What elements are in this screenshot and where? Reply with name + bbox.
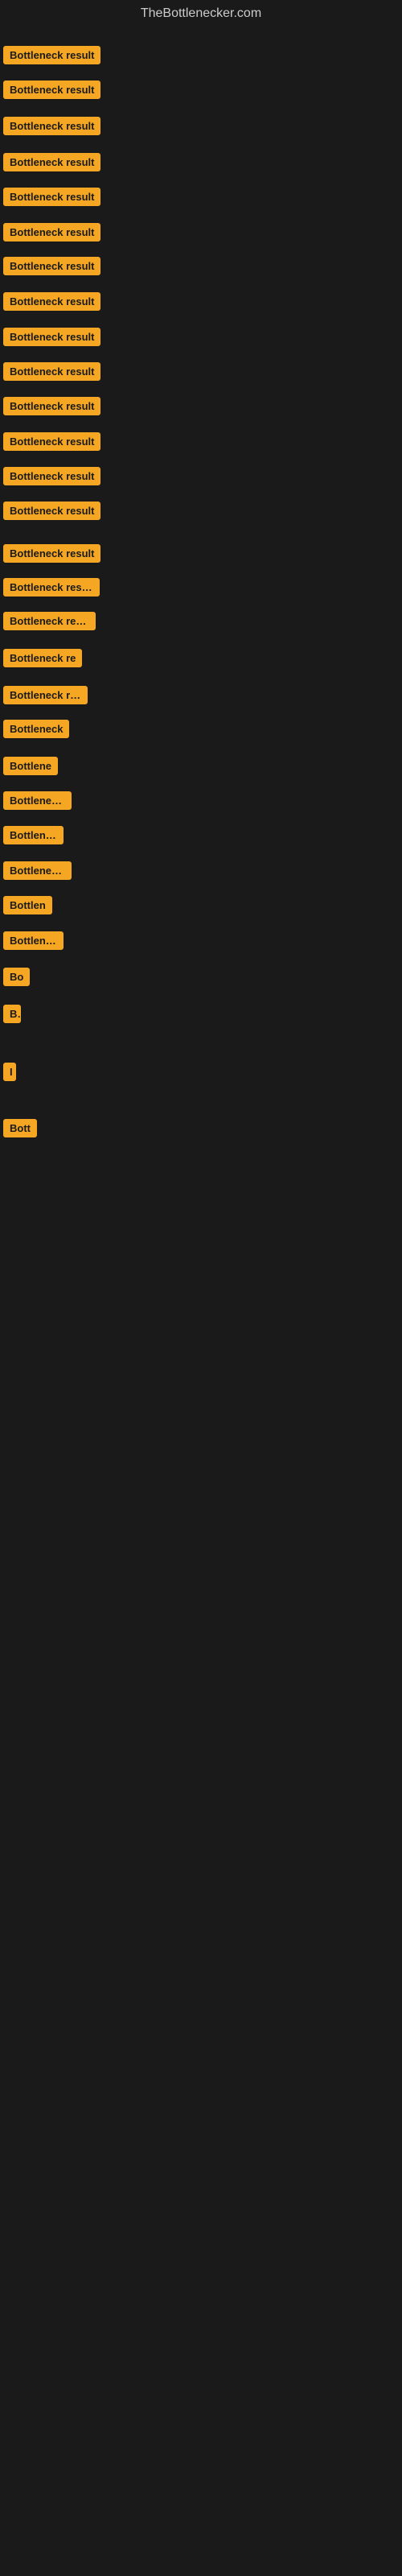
bottleneck-badge-26[interactable]: Bottleneck (3, 931, 64, 950)
badge-row-2: Bottleneck result (3, 80, 100, 99)
bottleneck-badge-3[interactable]: Bottleneck result (3, 117, 100, 135)
badge-row-19: Bottleneck resul (3, 686, 88, 704)
badge-row-3: Bottleneck result (3, 117, 100, 135)
bottleneck-badge-19[interactable]: Bottleneck resul (3, 686, 88, 704)
badge-row-17: Bottleneck result (3, 612, 96, 630)
bottleneck-badge-21[interactable]: Bottlene (3, 757, 58, 775)
badge-row-27: Bo (3, 968, 30, 986)
bottleneck-badge-20[interactable]: Bottleneck (3, 720, 69, 738)
badge-row-18: Bottleneck re (3, 649, 82, 667)
bottleneck-badge-13[interactable]: Bottleneck result (3, 467, 100, 485)
badge-row-29: I (3, 1063, 16, 1081)
bottleneck-badge-11[interactable]: Bottleneck result (3, 397, 100, 415)
bottleneck-badge-18[interactable]: Bottleneck re (3, 649, 82, 667)
bottleneck-badge-27[interactable]: Bo (3, 968, 30, 986)
badge-row-30: Bott (3, 1119, 37, 1137)
badge-row-10: Bottleneck result (3, 362, 100, 381)
badge-row-11: Bottleneck result (3, 397, 100, 415)
bottleneck-badge-8[interactable]: Bottleneck result (3, 292, 100, 311)
badge-row-28: B (3, 1005, 21, 1023)
bottleneck-badge-29[interactable]: I (3, 1063, 16, 1081)
badge-row-22: Bottleneck r (3, 791, 72, 810)
badge-row-12: Bottleneck result (3, 432, 100, 451)
bottleneck-badge-4[interactable]: Bottleneck result (3, 153, 100, 171)
bottleneck-badge-7[interactable]: Bottleneck result (3, 257, 100, 275)
bottleneck-badge-9[interactable]: Bottleneck result (3, 328, 100, 346)
badge-row-21: Bottlene (3, 757, 58, 775)
bottleneck-badge-6[interactable]: Bottleneck result (3, 223, 100, 242)
bottleneck-badge-5[interactable]: Bottleneck result (3, 188, 100, 206)
badge-row-23: Bottlenec (3, 826, 64, 844)
badge-row-13: Bottleneck result (3, 467, 100, 485)
bottleneck-badge-22[interactable]: Bottleneck r (3, 791, 72, 810)
bottleneck-badge-1[interactable]: Bottleneck result (3, 46, 100, 64)
badge-row-15: Bottleneck result (3, 544, 100, 563)
badge-row-5: Bottleneck result (3, 188, 100, 206)
badge-row-25: Bottlen (3, 896, 52, 914)
badge-row-1: Bottleneck result (3, 46, 100, 64)
badge-row-4: Bottleneck result (3, 153, 100, 171)
bottleneck-badge-15[interactable]: Bottleneck result (3, 544, 100, 563)
bottleneck-badge-10[interactable]: Bottleneck result (3, 362, 100, 381)
bottleneck-badge-17[interactable]: Bottleneck result (3, 612, 96, 630)
badge-row-7: Bottleneck result (3, 257, 100, 275)
bottleneck-badge-28[interactable]: B (3, 1005, 21, 1023)
badge-row-26: Bottleneck (3, 931, 64, 950)
badge-row-14: Bottleneck result (3, 502, 100, 520)
bottleneck-badge-24[interactable]: Bottleneck re (3, 861, 72, 880)
bottleneck-badge-2[interactable]: Bottleneck result (3, 80, 100, 99)
bottleneck-badge-16[interactable]: Bottleneck result (3, 578, 100, 597)
bottleneck-badge-25[interactable]: Bottlen (3, 896, 52, 914)
badge-row-6: Bottleneck result (3, 223, 100, 242)
badge-row-8: Bottleneck result (3, 292, 100, 311)
badge-row-20: Bottleneck (3, 720, 69, 738)
site-title: TheBottlenecker.com (0, 0, 402, 27)
bottleneck-badge-30[interactable]: Bott (3, 1119, 37, 1137)
bottleneck-badge-23[interactable]: Bottlenec (3, 826, 64, 844)
badge-row-9: Bottleneck result (3, 328, 100, 346)
bottleneck-badge-12[interactable]: Bottleneck result (3, 432, 100, 451)
badge-row-16: Bottleneck result (3, 578, 100, 597)
bottleneck-badge-14[interactable]: Bottleneck result (3, 502, 100, 520)
badge-row-24: Bottleneck re (3, 861, 72, 880)
